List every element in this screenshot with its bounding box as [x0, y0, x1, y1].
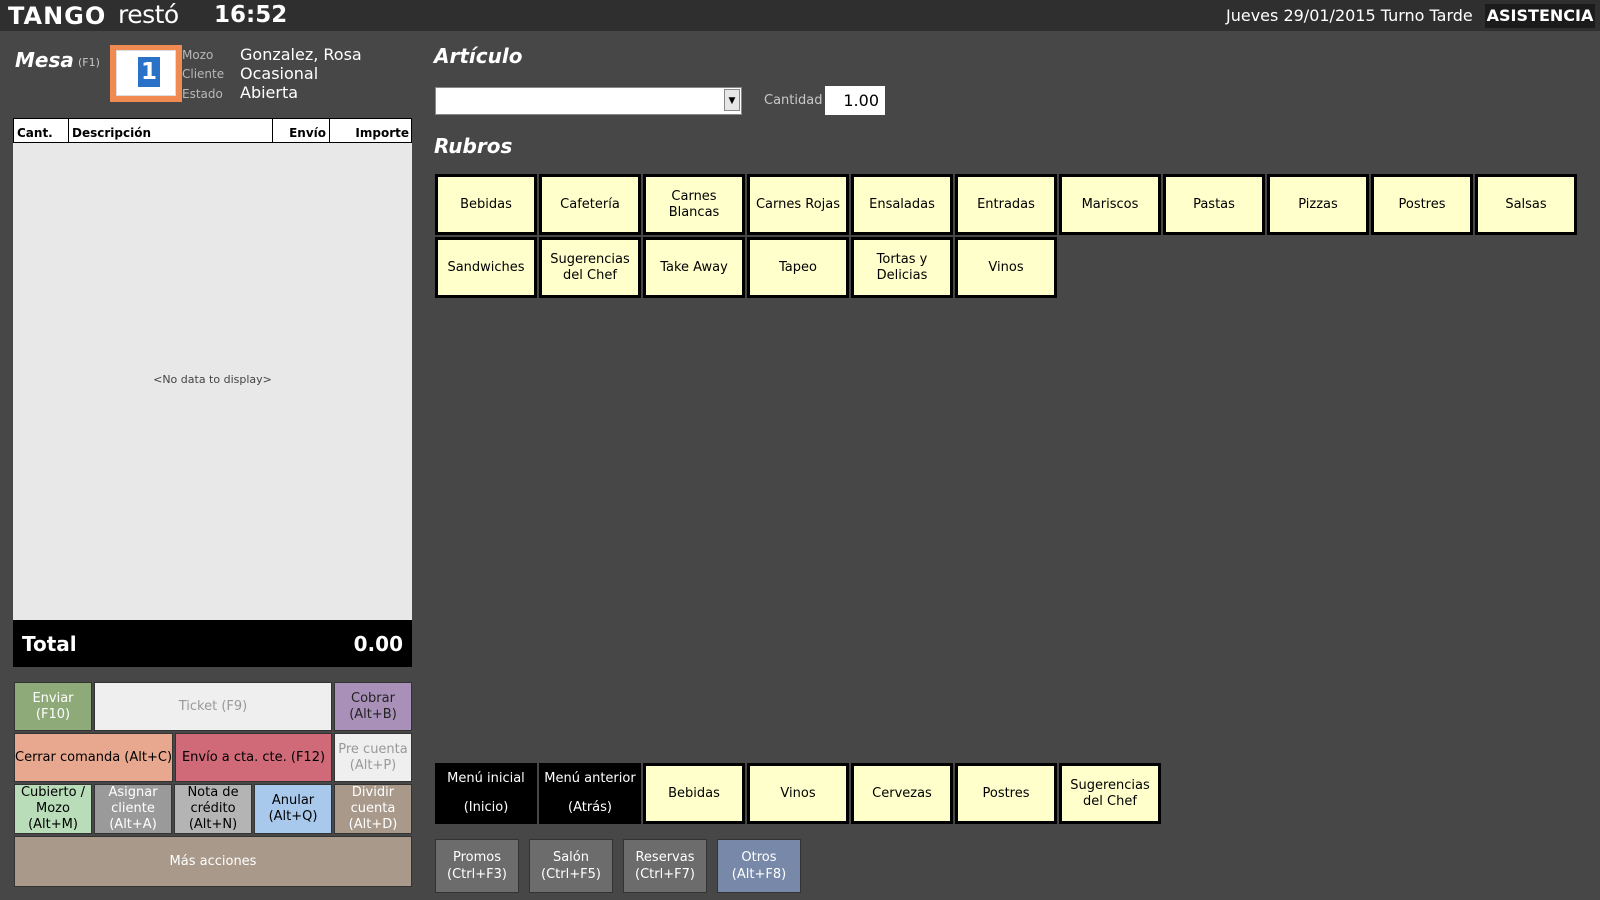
rubro-mariscos[interactable]: Mariscos	[1059, 174, 1161, 235]
col-cant[interactable]: Cant.	[14, 119, 69, 142]
total-bar: Total 0.00	[13, 620, 412, 667]
menu-item-bebidas[interactable]: Bebidas	[643, 763, 745, 824]
cerrar-comanda-button[interactable]: Cerrar comanda (Alt+C)	[14, 733, 173, 782]
pre-cuenta-button[interactable]: Pre cuenta (Alt+P)	[334, 733, 412, 782]
nota-credito-button[interactable]: Nota de crédito (Alt+N)	[174, 784, 252, 834]
clock: 16:52	[214, 2, 288, 28]
mesa-number-value[interactable]: 1	[138, 57, 161, 87]
cliente-value: Ocasional	[240, 64, 319, 83]
top-bar: TANGO restó 16:52 Jueves 29/01/2015 Turn…	[0, 0, 1600, 31]
mesa-title: Mesa	[15, 48, 74, 72]
col-descripcion[interactable]: Descripción	[69, 119, 273, 142]
order-grid-body[interactable]: <No data to display>	[13, 143, 412, 620]
rubro-sugerencias-chef[interactable]: Sugerencias del Chef	[539, 237, 641, 298]
envio-cta-cte-button[interactable]: Envío a cta. cte. (F12)	[175, 733, 332, 782]
menu-anterior-key: (Atrás)	[568, 800, 612, 816]
mesa-shortcut: (F1)	[78, 56, 100, 69]
otros-button[interactable]: Otros (Alt+F8)	[717, 839, 801, 893]
asignar-cliente-button[interactable]: Asignar cliente (Alt+A)	[94, 784, 172, 834]
chevron-down-icon[interactable]: ▼	[724, 89, 740, 111]
articulo-title: Artículo	[434, 44, 523, 68]
rubros-title: Rubros	[434, 134, 513, 158]
cobrar-button[interactable]: Cobrar (Alt+B)	[334, 682, 412, 731]
rubro-carnes-rojas[interactable]: Carnes Rojas	[747, 174, 849, 235]
anular-button[interactable]: Anular (Alt+Q)	[254, 784, 332, 834]
menu-inicial-label: Menú inicial	[447, 770, 525, 786]
ticket-button[interactable]: Ticket (F9)	[94, 682, 332, 731]
rubro-bebidas[interactable]: Bebidas	[435, 174, 537, 235]
cliente-label: Cliente	[182, 67, 225, 81]
promos-button[interactable]: Promos (Ctrl+F3)	[435, 839, 519, 893]
enviar-button[interactable]: Enviar (F10)	[14, 682, 92, 731]
dividir-cuenta-button[interactable]: Dividir cuenta (Alt+D)	[334, 784, 412, 834]
rubro-tortas-delicias[interactable]: Tortas y Delicias	[851, 237, 953, 298]
mas-acciones-button[interactable]: Más acciones	[14, 836, 412, 887]
rubro-ensaladas[interactable]: Ensaladas	[851, 174, 953, 235]
rubro-carnes-blancas[interactable]: Carnes Blancas	[643, 174, 745, 235]
rubro-pizzas[interactable]: Pizzas	[1267, 174, 1369, 235]
menu-anterior-label: Menú anterior	[544, 770, 636, 786]
logo-tango: TANGO	[8, 2, 107, 30]
mozo-label: Mozo	[182, 48, 214, 62]
menu-item-cervezas[interactable]: Cervezas	[851, 763, 953, 824]
logo-resto: restó	[118, 0, 179, 29]
rubro-entradas[interactable]: Entradas	[955, 174, 1057, 235]
menu-item-postres[interactable]: Postres	[955, 763, 1057, 824]
reservas-button[interactable]: Reservas (Ctrl+F7)	[623, 839, 707, 893]
menu-inicial-button[interactable]: Menú inicial (Inicio)	[435, 763, 537, 824]
estado-value: Abierta	[240, 83, 299, 102]
total-label: Total	[22, 632, 77, 656]
mozo-value: Gonzalez, Rosa	[240, 45, 362, 64]
date-shift: Jueves 29/01/2015 Turno Tarde	[1226, 6, 1473, 25]
col-envio[interactable]: Envío	[273, 119, 330, 142]
no-data-text: <No data to display>	[153, 373, 272, 386]
cubierto-mozo-button[interactable]: Cubierto / Mozo (Alt+M)	[14, 784, 92, 834]
cantidad-label: Cantidad	[764, 93, 823, 108]
asistencia-button[interactable]: ASISTENCIA	[1485, 4, 1595, 28]
rubro-salsas[interactable]: Salsas	[1475, 174, 1577, 235]
estado-label: Estado	[182, 87, 223, 101]
rubro-take-away[interactable]: Take Away	[643, 237, 745, 298]
menu-item-sugerencias[interactable]: Sugerencias del Chef	[1059, 763, 1161, 824]
articulo-select[interactable]	[435, 87, 742, 115]
menu-anterior-button[interactable]: Menú anterior (Atrás)	[539, 763, 641, 824]
rubro-sandwiches[interactable]: Sandwiches	[435, 237, 537, 298]
rubro-tapeo[interactable]: Tapeo	[747, 237, 849, 298]
col-importe[interactable]: Importe	[330, 119, 412, 142]
rubro-cafeteria[interactable]: Cafetería	[539, 174, 641, 235]
rubro-postres[interactable]: Postres	[1371, 174, 1473, 235]
order-grid-header: Cant. Descripción Envío Importe	[13, 118, 412, 143]
total-value: 0.00	[353, 632, 403, 656]
rubro-vinos[interactable]: Vinos	[955, 237, 1057, 298]
salon-button[interactable]: Salón (Ctrl+F5)	[529, 839, 613, 893]
menu-item-vinos[interactable]: Vinos	[747, 763, 849, 824]
menu-inicial-key: (Inicio)	[463, 800, 509, 816]
cantidad-input[interactable]: 1.00	[825, 86, 885, 115]
rubro-pastas[interactable]: Pastas	[1163, 174, 1265, 235]
